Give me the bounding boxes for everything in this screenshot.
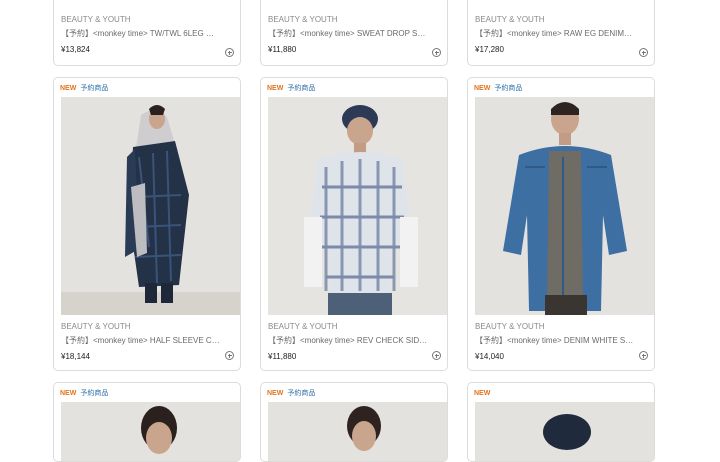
model-photo: [268, 97, 447, 315]
badge-group: NEW: [474, 389, 494, 399]
product-card[interactable]: BEAUTY & YOUTH 【予約】<monkey time> SWEAT D…: [260, 0, 448, 66]
plus-circle-icon[interactable]: [639, 351, 648, 360]
product-card[interactable]: NEW 予約商品: [53, 382, 241, 462]
product-title[interactable]: 【予約】<monkey time> DENIM WHITE S…: [475, 335, 654, 347]
product-price: ¥11,880: [268, 352, 297, 361]
model-photo: [475, 402, 654, 461]
product-brand: BEAUTY & YOUTH: [475, 15, 545, 24]
product-image[interactable]: [61, 97, 240, 315]
product-card[interactable]: NEW 予約商品 BEAUTY & YOUTH 【予約】<monkey time>…: [260, 77, 448, 371]
preorder-badge: 予約商品: [80, 390, 109, 397]
product-image[interactable]: [475, 402, 654, 461]
product-price: ¥18,144: [61, 352, 90, 361]
new-badge: NEW: [267, 390, 284, 397]
product-image[interactable]: [61, 402, 240, 461]
product-price: ¥17,280: [475, 45, 504, 54]
product-title[interactable]: 【予約】<monkey time> HALF SLEEVE C…: [61, 335, 240, 347]
badge-group: NEW 予約商品: [474, 84, 522, 94]
product-card[interactable]: NEW 予約商品 BEAUTY & YOUTH 【予約】<monkey time>…: [53, 77, 241, 371]
plus-circle-icon[interactable]: [432, 351, 441, 360]
product-card[interactable]: NEW 予約商品: [260, 382, 448, 462]
plus-circle-icon[interactable]: [639, 48, 648, 57]
new-badge: NEW: [60, 390, 77, 397]
model-photo: [475, 97, 654, 315]
model-photo: [61, 97, 240, 315]
product-title[interactable]: 【予約】<monkey time> SWEAT DROP S…: [268, 28, 447, 40]
badge-group: NEW 予約商品: [60, 84, 108, 94]
product-title[interactable]: 【予約】<monkey time> TW/TWL 6LEG …: [61, 28, 240, 40]
product-price: ¥11,880: [268, 45, 297, 54]
product-price: ¥13,824: [61, 45, 90, 54]
preorder-badge: 予約商品: [494, 85, 523, 92]
product-brand: BEAUTY & YOUTH: [61, 15, 131, 24]
preorder-badge: 予約商品: [80, 85, 109, 92]
product-brand: BEAUTY & YOUTH: [268, 15, 338, 24]
product-brand: BEAUTY & YOUTH: [268, 322, 338, 331]
plus-circle-icon[interactable]: [432, 48, 441, 57]
product-image[interactable]: [475, 97, 654, 315]
preorder-badge: 予約商品: [287, 85, 316, 92]
badge-group: NEW 予約商品: [60, 389, 108, 399]
model-photo: [268, 402, 447, 461]
product-card[interactable]: NEW 予約商品 BEAUTY & YOUTH 【予約】<monkey time>…: [467, 77, 655, 371]
badge-group: NEW 予約商品: [267, 389, 315, 399]
product-brand: BEAUTY & YOUTH: [475, 322, 545, 331]
plus-circle-icon[interactable]: [225, 48, 234, 57]
new-badge: NEW: [267, 85, 284, 92]
new-badge: NEW: [474, 390, 491, 397]
product-card[interactable]: NEW: [467, 382, 655, 462]
badge-group: NEW 予約商品: [267, 84, 315, 94]
product-card[interactable]: BEAUTY & YOUTH 【予約】<monkey time> TW/TWL …: [53, 0, 241, 66]
product-brand: BEAUTY & YOUTH: [61, 322, 131, 331]
model-photo: [61, 402, 240, 461]
preorder-badge: 予約商品: [287, 390, 316, 397]
product-price: ¥14,040: [475, 352, 504, 361]
new-badge: NEW: [60, 85, 77, 92]
product-image[interactable]: [268, 402, 447, 461]
product-card[interactable]: BEAUTY & YOUTH 【予約】<monkey time> RAW EG …: [467, 0, 655, 66]
product-image[interactable]: [268, 97, 447, 315]
product-title[interactable]: 【予約】<monkey time> RAW EG DENIM…: [475, 28, 654, 40]
product-title[interactable]: 【予約】<monkey time> REV CHECK SID…: [268, 335, 447, 347]
plus-circle-icon[interactable]: [225, 351, 234, 360]
new-badge: NEW: [474, 85, 491, 92]
